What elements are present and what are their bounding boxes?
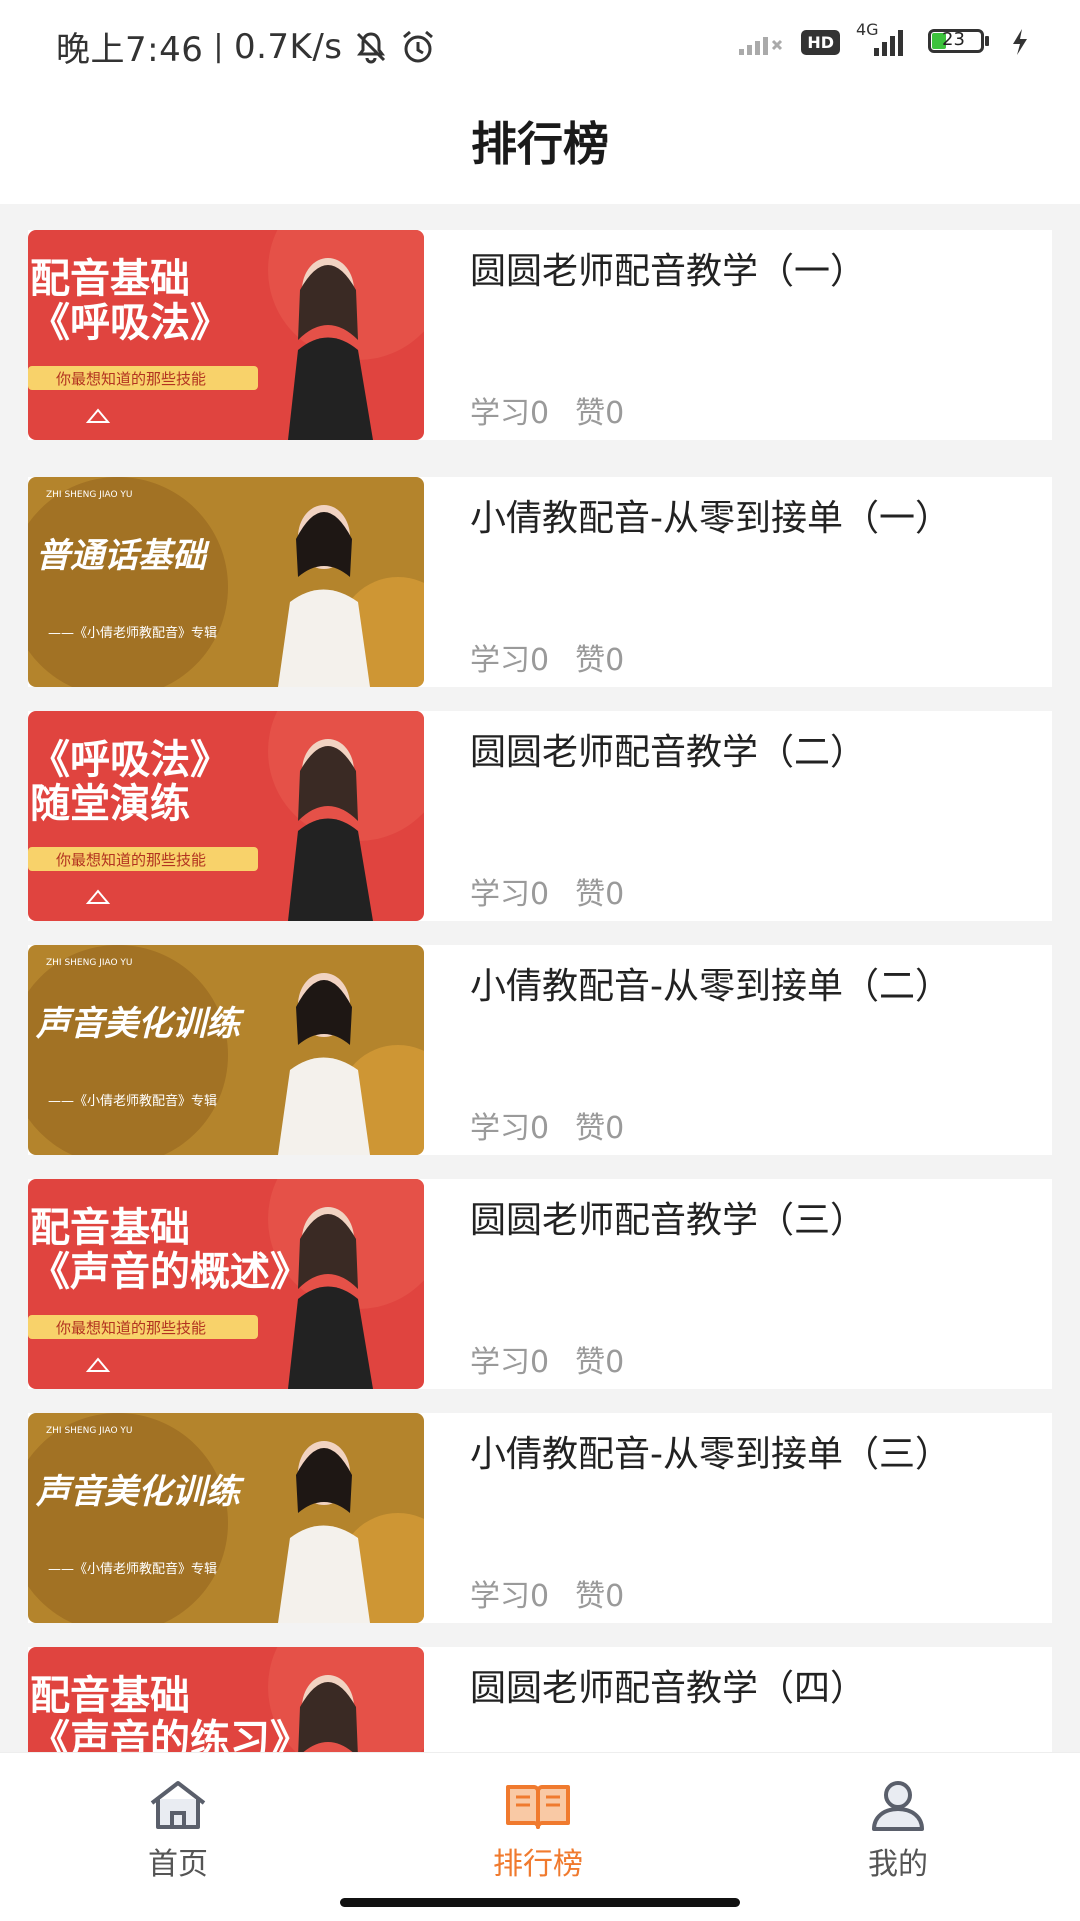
thumb-line1: 声音美化训练 (35, 1472, 245, 1512)
bottom-tab-bar: 首页 排行榜 我的 (0, 1752, 1080, 1921)
course-card[interactable]: 配音基础 《声音的概述》 你最想知道的那些技能 圆圆老师配音教学（三） 学习0 赞0 (28, 1179, 1052, 1389)
thumb-line1: 普通话基础 (36, 536, 210, 576)
cellular-signal: 4G (856, 20, 912, 58)
study-count: 学习0 (470, 1345, 550, 1380)
thumbnail-art: 配音基础《呼吸法》你最想知道的那些技能 (28, 230, 424, 440)
like-count: 赞0 (575, 396, 625, 431)
tab-ranking-label: 排行榜 (493, 1847, 583, 1882)
thumb-subtitle: ——《小倩老师教配音》专辑 (48, 625, 217, 641)
thumb-brand: ZHI SHENG JIAO YU (46, 490, 133, 500)
home-icon (150, 1781, 206, 1829)
battery-indicator: 23 (928, 27, 994, 57)
course-card[interactable]: 《呼吸法》 随堂演练 你最想知道的那些技能 圆圆老师配音教学（二） 学习0 赞0 (28, 711, 1052, 921)
thumb-line2: 《声音的练习》 (30, 1717, 310, 1752)
status-speed: 0.7K/s (233, 26, 343, 67)
thumb-line1: 声音美化训练 (35, 1004, 245, 1044)
course-card[interactable]: 配音基础《声音的练习》你最想知道的那些技能圆圆老师配音教学（四）学习0赞0 (28, 1647, 1052, 1752)
course-card[interactable]: 配音基础 《呼吸法》 你最想知道的那些技能 圆圆老师配音教学（一） 学习0 赞0 (28, 230, 1052, 440)
thumb-line1: 《呼吸法》 (30, 737, 230, 783)
like-count: 赞0 (575, 877, 625, 912)
course-stats: 学习0 赞0 (470, 388, 650, 432)
mute-bell-icon (356, 31, 385, 63)
tab-home-label: 首页 (148, 1847, 208, 1882)
thumbnail-art: ZHI SHENG JIAO YU 声音美化训练 ——《小倩老师教配音》专辑 (28, 1413, 424, 1623)
thumb-brand: ZHI SHENG JIAO YU (46, 1426, 133, 1436)
signal-bars-icon (874, 30, 903, 56)
thumbnail-art: 配音基础《声音的概述》你最想知道的那些技能 (28, 1179, 424, 1389)
user-icon (872, 1781, 924, 1831)
tab-profile[interactable]: 我的 (798, 1779, 998, 1883)
home-indicator (340, 1898, 740, 1907)
thumb-tag: 你最想知道的那些技能 (56, 851, 206, 869)
thumb-line1: 配音基础 (30, 1673, 190, 1719)
study-count: 学习0 (470, 643, 550, 678)
thumb-line2: 随堂演练 (30, 781, 190, 827)
thumb-line1: 配音基础 (30, 1205, 190, 1251)
course-title[interactable]: 小倩教配音-从零到接单（二） (470, 957, 951, 1009)
study-count: 学习0 (470, 877, 550, 912)
thumbnail-art: 《呼吸法》随堂演练你最想知道的那些技能 (28, 711, 424, 921)
tab-profile-label: 我的 (868, 1847, 928, 1882)
status-divider: | (213, 29, 224, 64)
ranking-list[interactable]: 配音基础 《呼吸法》 你最想知道的那些技能 圆圆老师配音教学（一） 学习0 赞0 ZHI S… (28, 230, 1052, 1752)
course-thumbnail[interactable]: 配音基础 《声音的概述》你最想知道的那些技能 (28, 1179, 424, 1389)
course-stats: 学习0 赞0 (470, 1571, 650, 1615)
study-count: 学习0 (470, 1111, 550, 1146)
course-title[interactable]: 小倩教配音-从零到接单（三） (470, 1425, 951, 1477)
study-count: 学习0 (470, 396, 550, 431)
course-stats: 学习0 赞0 (470, 635, 650, 679)
status-bar: 晚上7:46 | 0.7K/s HD 4G 23 (0, 0, 1080, 90)
like-count: 赞0 (575, 1345, 625, 1380)
course-card[interactable]: ZHI SHENG JIAO YU 普通话基础 ——《小倩老师教配音》专辑 小倩教配音… (28, 477, 1052, 687)
like-count: 赞0 (575, 1579, 625, 1614)
course-thumbnail[interactable]: 《呼吸法》 随堂演练你最想知道的那些技能 (28, 711, 424, 921)
like-count: 赞0 (575, 1111, 625, 1146)
thumbnail-art: ZHI SHENG JIAO YU 声音美化训练 ——《小倩老师教配音》专辑 (28, 945, 424, 1155)
thumb-subtitle: ——《小倩老师教配音》专辑 (48, 1093, 217, 1109)
alarm-icon (402, 30, 433, 62)
thumb-line2: 《声音的概述》 (30, 1249, 310, 1295)
study-count: 学习0 (470, 1579, 550, 1614)
course-thumbnail[interactable]: 配音基础《声音的练习》你最想知道的那些技能 (28, 1647, 424, 1752)
thumbnail-art: 配音基础《声音的练习》你最想知道的那些技能 (28, 1647, 424, 1752)
course-card[interactable]: ZHI SHENG JIAO YU 声音美化训练 ——《小倩老师教配音》专辑 小倩教配… (28, 945, 1052, 1155)
course-title[interactable]: 圆圆老师配音教学（一） (470, 242, 866, 294)
course-title[interactable]: 小倩教配音-从零到接单（一） (470, 489, 951, 541)
thumbnail-art: ZHI SHENG JIAO YU 普通话基础 ——《小倩老师教配音》专辑 (28, 477, 424, 687)
course-thumbnail[interactable]: 配音基础 《呼吸法》你最想知道的那些技能 (28, 230, 424, 440)
course-thumbnail[interactable]: ZHI SHENG JIAO YU 声音美化训练 ——《小倩老师教配音》专辑 (28, 945, 424, 1155)
page-title: 排行榜 (471, 117, 609, 171)
like-count: 赞0 (575, 643, 625, 678)
thumb-subtitle: ——《小倩老师教配音》专辑 (48, 1561, 217, 1577)
course-title[interactable]: 圆圆老师配音教学（四） (470, 1659, 866, 1711)
course-thumbnail[interactable]: ZHI SHENG JIAO YU 声音美化训练 ——《小倩老师教配音》专辑 (28, 1413, 424, 1623)
status-time: 晚上7:46 (56, 30, 204, 70)
status-left: 晚上7:46 | 0.7K/s (56, 22, 437, 71)
course-stats: 学习0 赞0 (470, 869, 650, 913)
page-header: 排行榜 (0, 90, 1080, 204)
course-stats: 学习0 赞0 (470, 1337, 650, 1381)
thumb-tag: 你最想知道的那些技能 (56, 1319, 206, 1337)
charging-icon (1013, 29, 1027, 55)
course-thumbnail[interactable]: ZHI SHENG JIAO YU 普通话基础 ——《小倩老师教配音》专辑 (28, 477, 424, 687)
thumb-line2: 《呼吸法》 (30, 300, 230, 346)
course-title[interactable]: 圆圆老师配音教学（三） (470, 1191, 866, 1243)
tab-home[interactable]: 首页 (78, 1779, 278, 1883)
wifi-signal-icon (739, 37, 783, 55)
battery-level: 23 (942, 29, 965, 50)
thumb-tag: 你最想知道的那些技能 (56, 370, 206, 388)
course-stats: 学习0 赞0 (470, 1103, 650, 1147)
tab-ranking[interactable]: 排行榜 (438, 1779, 638, 1883)
course-card[interactable]: ZHI SHENG JIAO YU 声音美化训练 ——《小倩老师教配音》专辑 小倩教配… (28, 1413, 1052, 1623)
thumb-line1: 配音基础 (30, 256, 190, 302)
thumb-brand: ZHI SHENG JIAO YU (46, 958, 133, 968)
status-right: HD 4G 23 (737, 20, 1030, 58)
hd-badge: HD (801, 29, 840, 55)
book-icon (506, 1785, 570, 1829)
course-title[interactable]: 圆圆老师配音教学（二） (470, 723, 866, 775)
